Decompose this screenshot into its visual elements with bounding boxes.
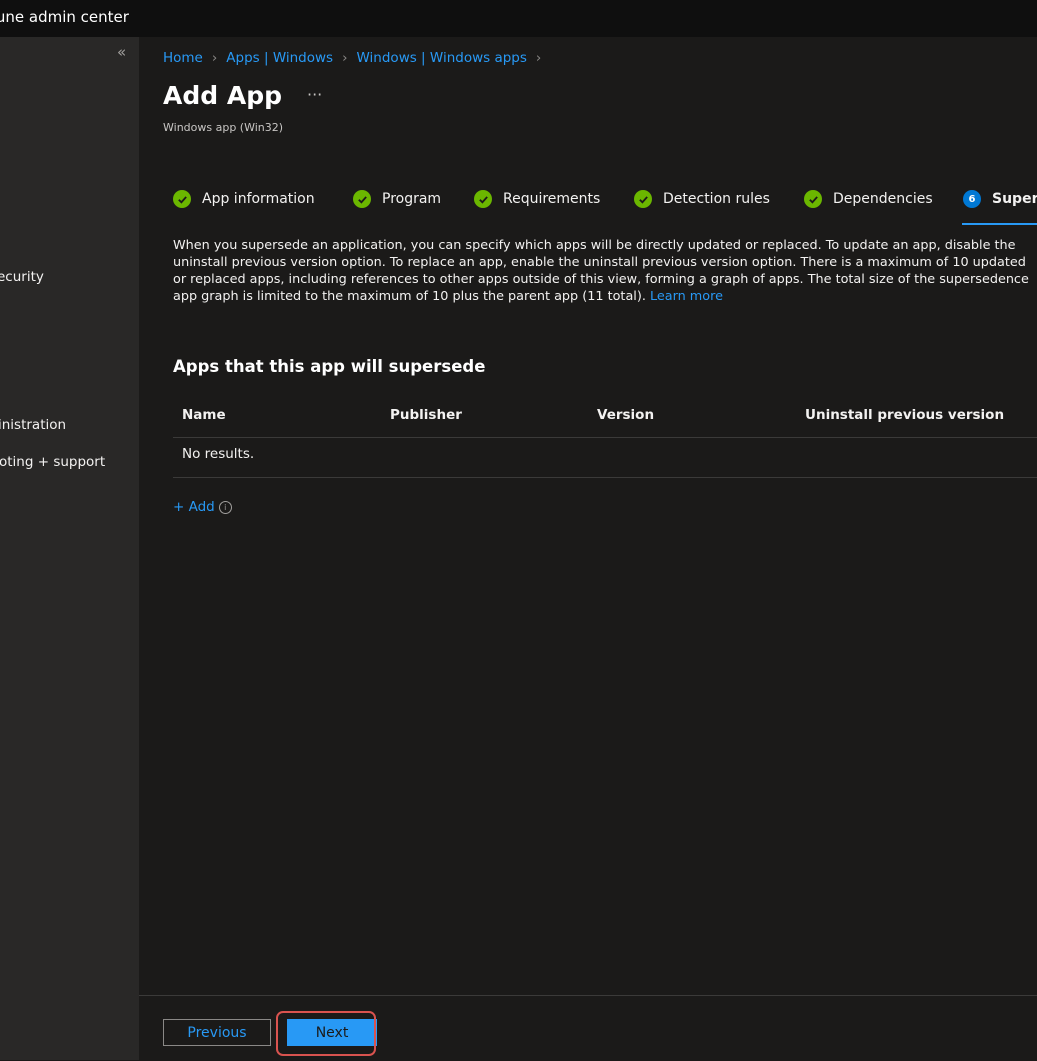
checkmark-icon: [474, 190, 492, 208]
description-text: When you supersede an application, you c…: [173, 238, 1029, 304]
learn-more-link[interactable]: Learn more: [650, 289, 723, 304]
step-label: Supers: [992, 191, 1037, 207]
sidebar-item-security[interactable]: ecurity: [0, 269, 44, 285]
breadcrumb-separator: ›: [535, 50, 542, 66]
column-header-publisher[interactable]: Publisher: [390, 407, 462, 423]
step-supersedence[interactable]: 6 Supers: [963, 190, 1037, 208]
step-detection-rules[interactable]: Detection rules: [634, 190, 770, 208]
breadcrumb-home[interactable]: Home: [163, 50, 203, 66]
supersedence-description: When you supersede an application, you c…: [173, 237, 1033, 305]
step-number-badge: 6: [963, 190, 981, 208]
breadcrumb-apps-windows[interactable]: Apps | Windows: [226, 50, 333, 66]
step-label: Dependencies: [833, 191, 933, 207]
previous-button[interactable]: Previous: [163, 1019, 271, 1046]
active-step-underline: [962, 223, 1037, 225]
main-content: Home › Apps | Windows › Windows | Window…: [139, 37, 1037, 1060]
checkmark-icon: [353, 190, 371, 208]
column-header-uninstall-previous-version[interactable]: Uninstall previous version: [805, 407, 1004, 423]
step-label: Detection rules: [663, 191, 770, 207]
app-title: tune admin center: [0, 8, 129, 26]
page-title: Add App: [163, 81, 282, 110]
step-label: Program: [382, 191, 442, 207]
checkmark-icon: [804, 190, 822, 208]
add-button[interactable]: + Add i: [173, 499, 232, 515]
page-subtitle: Windows app (Win32): [163, 121, 284, 134]
sidebar-item-troubleshooting-support[interactable]: oting + support: [0, 454, 105, 470]
step-label: Requirements: [503, 191, 601, 207]
highlight-box: [276, 1011, 376, 1056]
breadcrumb-separator: ›: [211, 50, 218, 66]
section-title: Apps that this app will supersede: [173, 357, 486, 376]
empty-state-text: No results.: [182, 446, 255, 462]
step-dependencies[interactable]: Dependencies: [804, 190, 933, 208]
sidebar: « ecurity inistration oting + support: [0, 37, 139, 1060]
row-divider: [173, 477, 1037, 478]
info-icon[interactable]: i: [218, 500, 232, 514]
add-label: + Add: [173, 499, 215, 515]
column-header-version[interactable]: Version: [597, 407, 654, 423]
checkmark-icon: [634, 190, 652, 208]
collapse-sidebar-icon[interactable]: «: [117, 43, 126, 61]
breadcrumb: Home › Apps | Windows › Windows | Window…: [163, 50, 550, 66]
step-app-information[interactable]: App information: [173, 190, 315, 208]
header-divider: [173, 437, 1037, 438]
breadcrumb-windows-apps[interactable]: Windows | Windows apps: [357, 50, 527, 66]
column-header-name[interactable]: Name: [182, 407, 226, 423]
breadcrumb-separator: ›: [342, 50, 348, 66]
step-requirements[interactable]: Requirements: [474, 190, 600, 208]
step-program[interactable]: Program: [353, 190, 441, 208]
sidebar-item-administration[interactable]: inistration: [0, 417, 66, 433]
more-options-icon[interactable]: ···: [307, 85, 322, 104]
top-bar: tune admin center: [0, 0, 1037, 37]
checkmark-icon: [173, 190, 191, 208]
footer: Previous Next: [139, 995, 1037, 1061]
step-label: App information: [202, 191, 315, 207]
